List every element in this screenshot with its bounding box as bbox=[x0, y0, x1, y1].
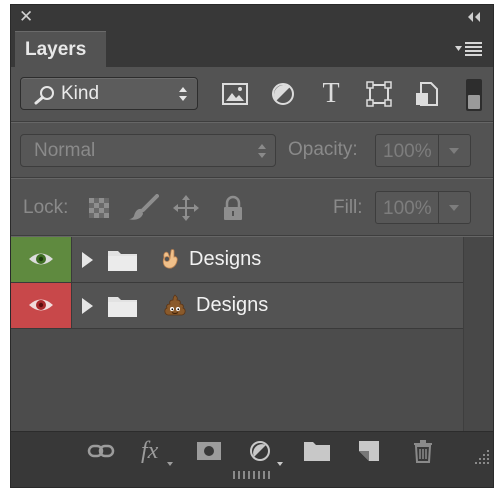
chevron-down-icon bbox=[277, 462, 283, 466]
layers-list: Designs Designs bbox=[11, 237, 463, 431]
layer-style-fx-icon[interactable]: fx bbox=[141, 439, 169, 463]
fill-label: Fill: bbox=[333, 197, 363, 218]
search-icon bbox=[34, 86, 54, 105]
ok-hand-emoji bbox=[162, 249, 178, 269]
chevron-updown-icon bbox=[258, 144, 266, 158]
blend-mode-select[interactable]: Normal bbox=[20, 134, 276, 167]
filter-toggle-switch[interactable] bbox=[466, 79, 482, 111]
layer-row[interactable]: Designs bbox=[11, 283, 463, 329]
fx-label: fx bbox=[141, 438, 159, 464]
adjustment-layer-filter-icon[interactable] bbox=[269, 81, 297, 107]
filter-kind-select[interactable]: Kind bbox=[20, 77, 198, 110]
visibility-toggle[interactable] bbox=[11, 237, 72, 282]
collapse-panel-icon[interactable] bbox=[467, 11, 481, 23]
layer-row[interactable]: Designs bbox=[11, 237, 463, 283]
visibility-toggle[interactable] bbox=[11, 283, 72, 328]
opacity-field[interactable]: 100% bbox=[375, 134, 471, 167]
resize-grip-icon[interactable] bbox=[475, 450, 489, 464]
layer-name[interactable]: Designs bbox=[196, 294, 268, 317]
tab-layers-label: Layers bbox=[25, 39, 87, 60]
layer-name[interactable]: Designs bbox=[189, 248, 261, 271]
chevron-down-icon bbox=[449, 148, 459, 154]
fill-field[interactable]: 100% bbox=[375, 191, 471, 224]
close-icon[interactable]: ✕ bbox=[19, 8, 33, 26]
new-layer-icon[interactable] bbox=[355, 439, 383, 463]
tab-layers[interactable]: Layers bbox=[15, 31, 106, 67]
folder-icon bbox=[108, 297, 137, 317]
lock-image-pixels-icon[interactable] bbox=[127, 194, 159, 222]
link-layers-icon[interactable] bbox=[87, 439, 115, 463]
eye-icon bbox=[29, 299, 53, 311]
lock-all-icon[interactable] bbox=[220, 194, 246, 222]
smart-object-filter-icon[interactable] bbox=[413, 81, 441, 107]
chevron-down-icon bbox=[449, 205, 459, 211]
panel-bottom-strip bbox=[11, 467, 493, 487]
delete-layer-icon[interactable] bbox=[409, 439, 437, 463]
panel-title-bar: ✕ bbox=[11, 5, 493, 31]
panel-menu-icon[interactable] bbox=[455, 41, 483, 57]
lock-label: Lock: bbox=[23, 197, 69, 218]
layers-scrollbar[interactable] bbox=[463, 237, 493, 431]
expand-group-arrow[interactable] bbox=[82, 252, 93, 268]
new-group-icon[interactable] bbox=[303, 439, 331, 463]
lock-transparent-pixels-icon[interactable] bbox=[87, 194, 113, 222]
opacity-value: 100% bbox=[383, 141, 432, 162]
chevron-updown-icon bbox=[179, 87, 187, 101]
pile-of-poo-emoji bbox=[164, 294, 186, 316]
add-mask-icon[interactable] bbox=[195, 439, 223, 463]
lock-position-icon[interactable] bbox=[173, 194, 199, 222]
expand-group-arrow[interactable] bbox=[82, 298, 93, 314]
opacity-dropdown-button[interactable] bbox=[438, 135, 470, 166]
pixel-layer-filter-icon[interactable] bbox=[221, 81, 249, 107]
chevron-down-icon bbox=[167, 462, 173, 466]
filter-kind-label: Kind bbox=[61, 83, 100, 104]
layers-panel: ✕ Layers Kind T Normal Opacity: 100% Loc… bbox=[10, 4, 494, 488]
blend-mode-label: Normal bbox=[34, 140, 96, 161]
layers-footer-toolbar: fx bbox=[11, 431, 493, 468]
fill-value: 100% bbox=[383, 198, 432, 219]
panel-resize-handle-icon[interactable] bbox=[231, 471, 271, 479]
fill-dropdown-button[interactable] bbox=[438, 192, 470, 223]
shape-layer-filter-icon[interactable] bbox=[365, 81, 393, 107]
type-layer-filter-icon[interactable]: T bbox=[317, 80, 345, 108]
eye-icon bbox=[29, 253, 53, 265]
folder-icon bbox=[108, 251, 137, 271]
new-adjustment-layer-icon[interactable] bbox=[247, 439, 275, 463]
panel-tab-bar: Layers bbox=[11, 31, 493, 67]
opacity-label: Opacity: bbox=[288, 139, 358, 160]
